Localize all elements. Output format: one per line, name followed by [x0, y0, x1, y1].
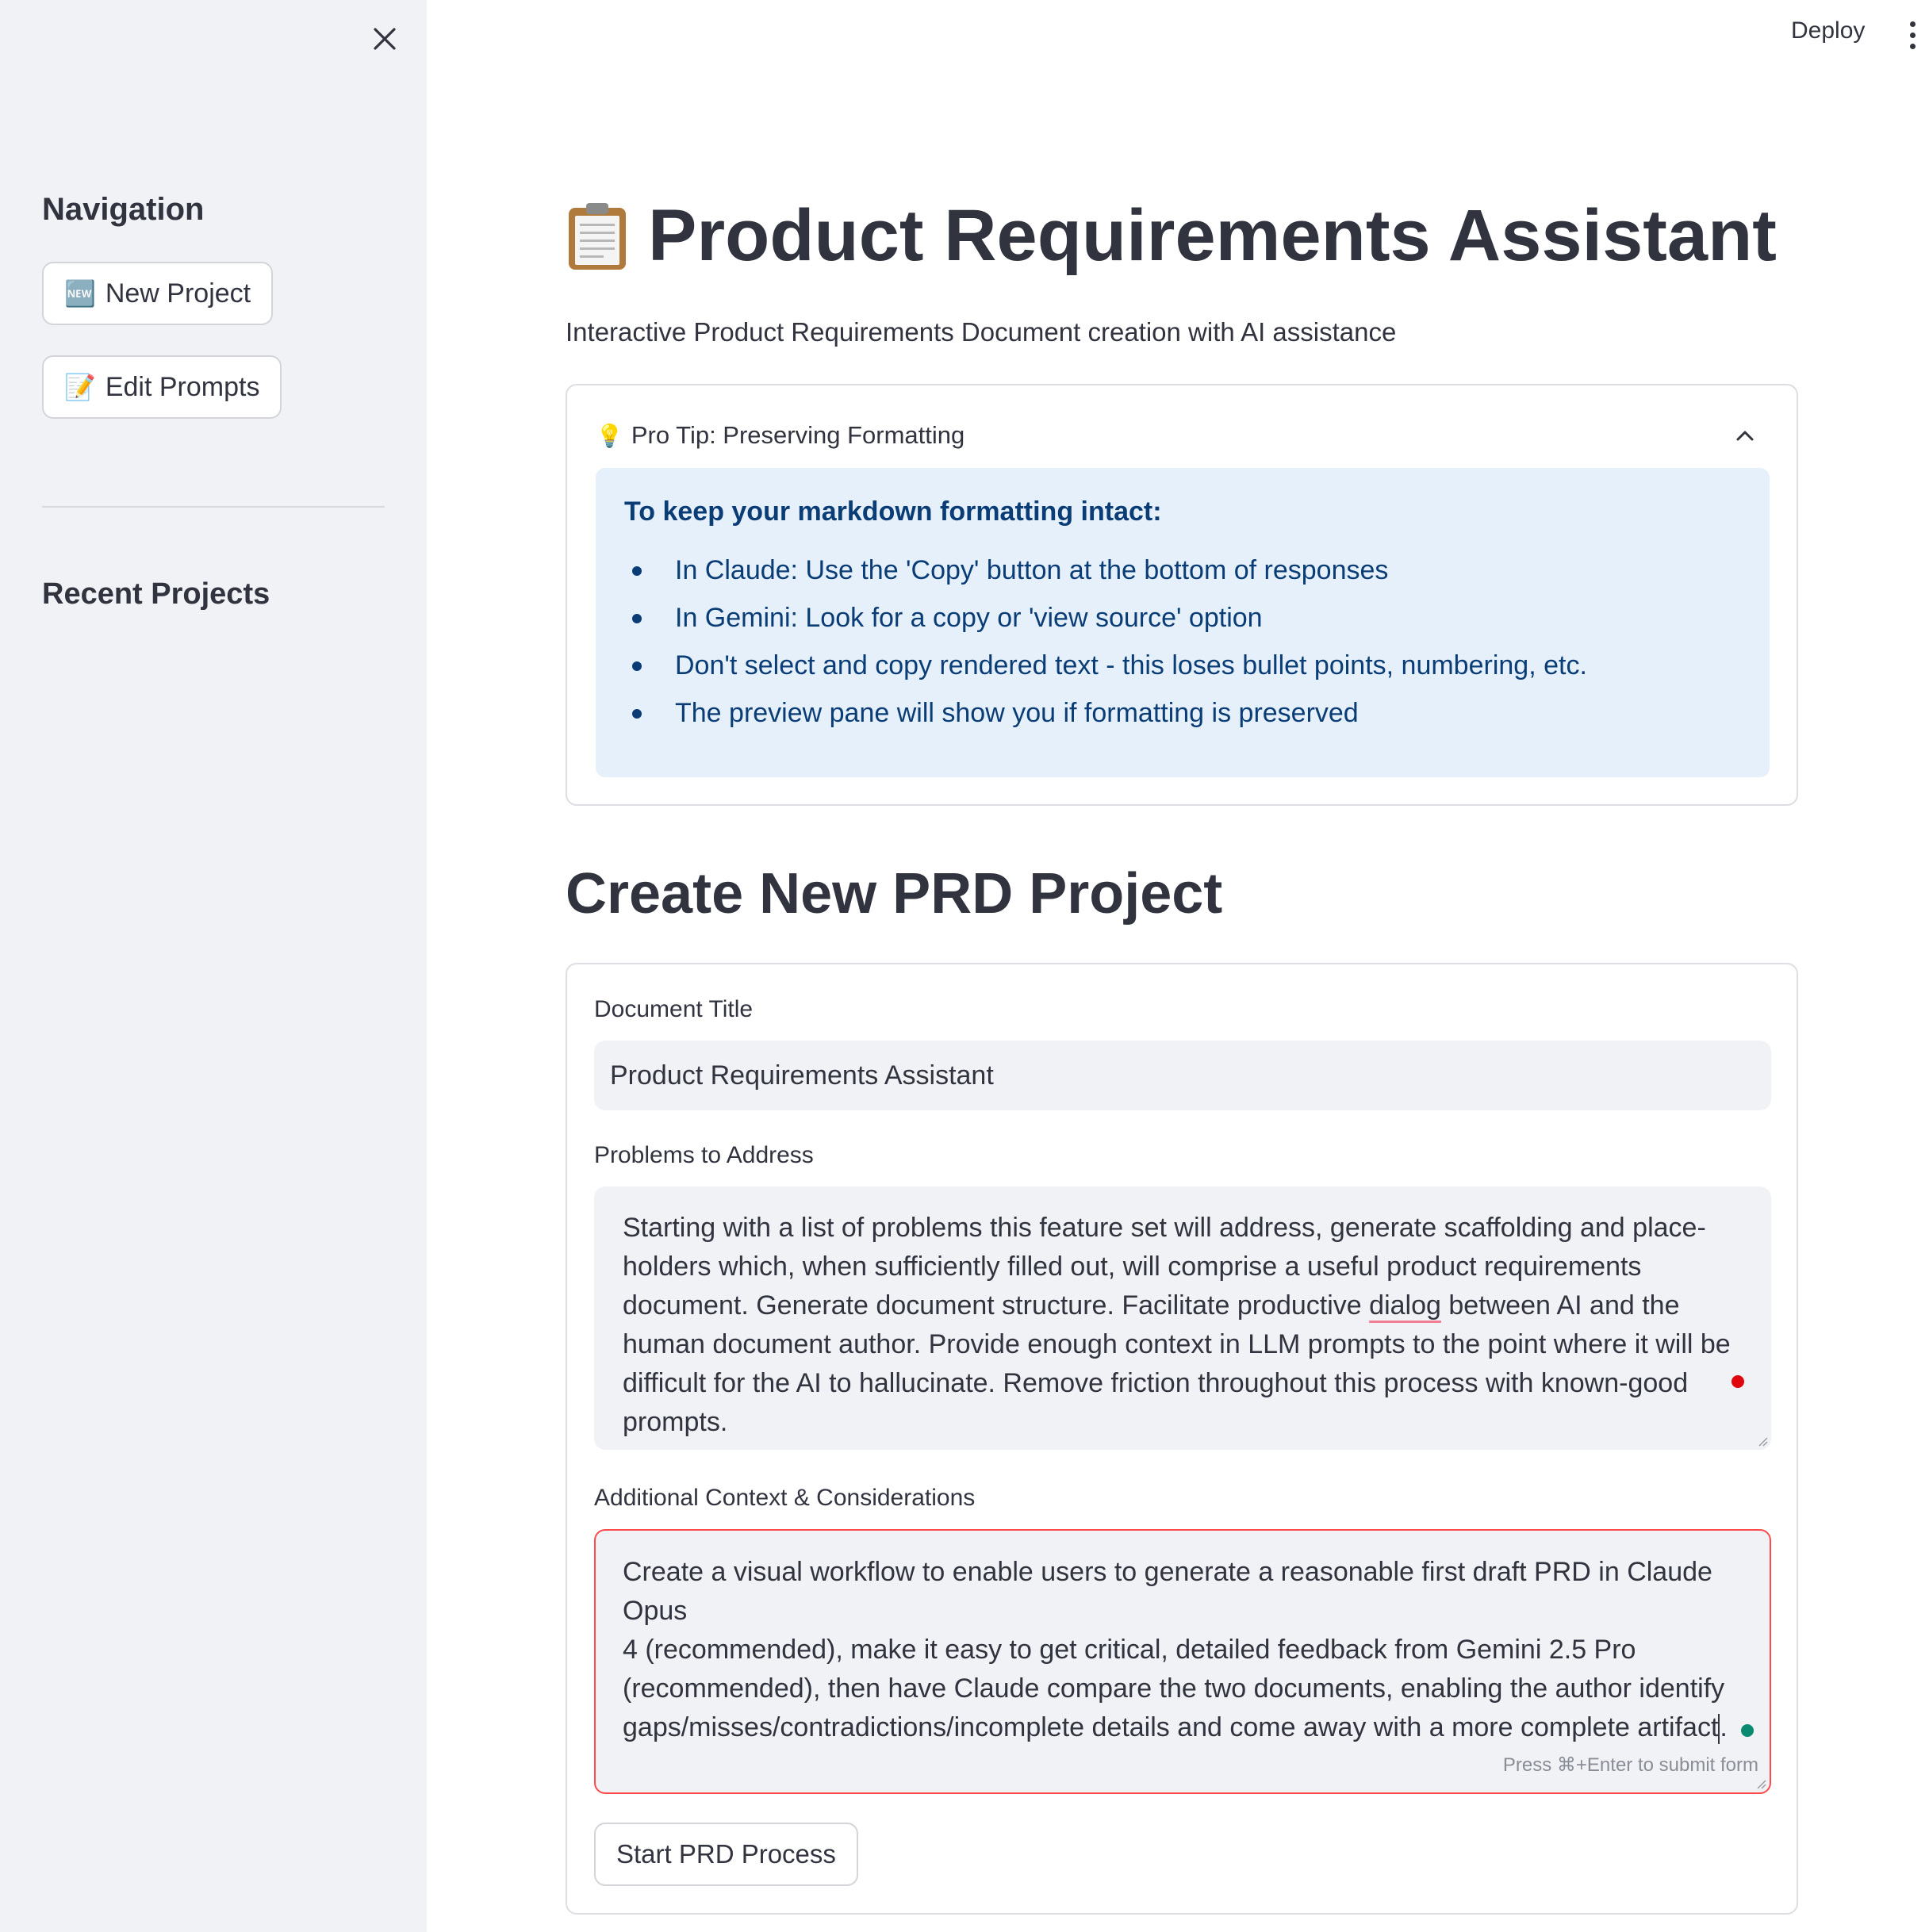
problems-line: prompts. [623, 1407, 728, 1437]
page-title-text: Product Requirements Assistant [648, 195, 1777, 276]
page-title: Product Requirements Assistant [566, 194, 1777, 278]
submit-hint: Press ⌘+Enter to submit form [1502, 1754, 1758, 1776]
problems-line: difficult for the AI to hallucinate. Rem… [623, 1368, 1689, 1398]
sidebar-divider [42, 506, 385, 508]
pro-tip-expander-header[interactable]: 💡 Pro Tip: Preserving Formatting [596, 416, 1768, 455]
status-dot [1731, 1375, 1744, 1388]
new-project-form: Document Title Product Requirements Assi… [566, 963, 1798, 1915]
resize-handle-icon[interactable] [1757, 1436, 1768, 1447]
sidebar: Navigation 🆕 New Project 📝 Edit Prompts … [0, 0, 427, 1932]
problems-line: holders which, when sufficiently filled … [623, 1252, 1642, 1282]
deploy-button[interactable]: Deploy [1791, 17, 1865, 44]
list-item: Don't select and copy rendered text - th… [624, 642, 1741, 689]
status-dot [1741, 1724, 1754, 1737]
list-item: In Gemini: Look for a copy or 'view sour… [624, 594, 1741, 642]
edit-prompts-button[interactable]: 📝 Edit Prompts [42, 355, 282, 419]
list-item: The preview pane will show you if format… [624, 689, 1741, 737]
chevron-up-icon [1736, 431, 1754, 441]
more-vertical-icon [1909, 21, 1916, 27]
pro-tip-list: In Claude: Use the 'Copy' button at the … [624, 546, 1741, 737]
pro-tip-info-box: To keep your markdown formatting intact:… [596, 468, 1770, 777]
problems-line: human document author. Provide enough co… [623, 1329, 1731, 1359]
context-line: (recommended), then have Claude compare … [623, 1673, 1725, 1704]
problems-line: Starting with a list of problems this fe… [623, 1213, 1706, 1243]
navigation-heading: Navigation [42, 192, 205, 227]
page-subtitle: Interactive Product Requirements Documen… [566, 317, 1397, 347]
close-icon [374, 28, 396, 50]
pro-tip-expander: 💡 Pro Tip: Preserving Formatting To keep… [566, 384, 1798, 806]
context-line: gaps/misses/contradictions/incomplete de… [623, 1708, 1743, 1747]
document-title-label: Document Title [594, 996, 754, 1022]
new-icon: 🆕 [64, 279, 96, 308]
lightbulb-icon: 💡 [596, 423, 623, 448]
recent-projects-heading: Recent Projects [42, 577, 270, 611]
spellcheck-word: dialog [1369, 1290, 1441, 1321]
pro-tip-title: To keep your markdown formatting intact: [624, 496, 1162, 527]
close-sidebar-button[interactable] [366, 21, 403, 57]
section-title: Create New PRD Project [566, 862, 1223, 926]
problems-textarea[interactable]: Starting with a list of problems this fe… [594, 1186, 1771, 1450]
problems-label: Problems to Address [594, 1142, 814, 1168]
additional-context-label: Additional Context & Considerations [594, 1485, 976, 1511]
main-menu-button[interactable] [1900, 16, 1924, 54]
start-prd-process-button[interactable]: Start PRD Process [594, 1823, 858, 1886]
new-project-label: New Project [105, 278, 251, 309]
problems-line: document. Generate document structure. F… [623, 1290, 1680, 1321]
clipboard-icon [569, 202, 626, 270]
memo-icon: 📝 [64, 373, 96, 401]
new-project-button[interactable]: 🆕 New Project [42, 262, 274, 325]
list-item: In Claude: Use the 'Copy' button at the … [624, 546, 1741, 594]
context-line: 4 (recommended), make it easy to get cri… [623, 1635, 1636, 1665]
resize-handle-icon[interactable] [1755, 1778, 1766, 1789]
pro-tip-header-label: Pro Tip: Preserving Formatting [631, 421, 965, 449]
additional-context-textarea[interactable]: Create a visual workflow to enable users… [594, 1529, 1771, 1794]
edit-prompts-label: Edit Prompts [105, 371, 260, 402]
context-line: Create a visual workflow to enable users… [623, 1557, 1712, 1626]
document-title-input[interactable]: Product Requirements Assistant [594, 1041, 1771, 1110]
